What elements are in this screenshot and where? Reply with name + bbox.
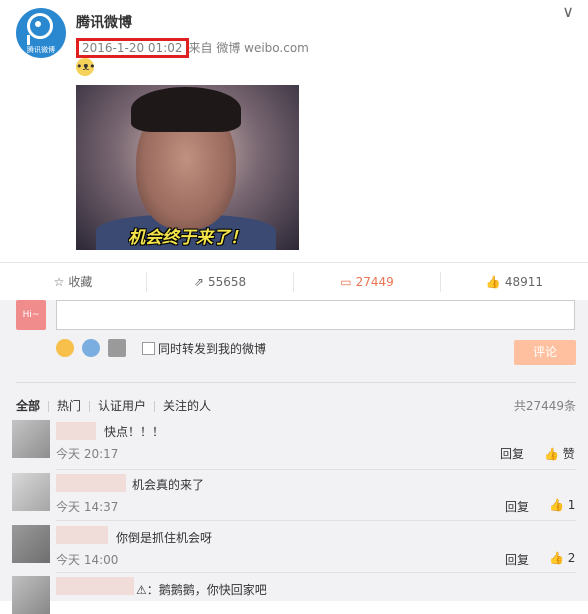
avatar[interactable] <box>12 576 50 614</box>
blurred-username[interactable] <box>56 526 108 544</box>
list-item: 机会真的来了 今天 14:37 回复 👍 1 <box>0 473 588 521</box>
logo-tail <box>27 35 30 45</box>
gif-icon[interactable] <box>82 339 100 357</box>
thumbs-up-icon: 👍 <box>485 275 501 289</box>
post-source[interactable]: 来自 微博 weibo.com <box>189 41 309 55</box>
repost-checkbox[interactable] <box>142 342 155 355</box>
comment-like-count: 1 <box>567 498 576 512</box>
comment-like-label: 赞 <box>562 447 575 461</box>
divider <box>154 401 156 412</box>
divider <box>48 401 50 412</box>
blurred-username[interactable] <box>56 577 134 595</box>
comment-count: 27449 <box>355 275 394 289</box>
smiley-icon[interactable] <box>56 339 74 357</box>
tab-following[interactable]: 关注的人 <box>163 397 211 414</box>
logo-dot <box>35 21 41 27</box>
comment-like-button[interactable]: 👍 1 <box>549 498 575 512</box>
chevron-down-icon[interactable]: ∨ <box>562 2 574 21</box>
thumbs-up-icon: 👍 <box>544 447 559 461</box>
reply-button[interactable]: 回复 <box>500 445 524 462</box>
comment-text: 你倒是抓住机会呀 <box>116 531 213 545</box>
repost-button[interactable]: ⇗ 55658 <box>147 263 293 301</box>
repost-icon: ⇗ <box>193 275 204 289</box>
list-item: ⚠：鹅鹅鹅，你快回家吧 <box>0 576 588 614</box>
comment-time: 今天 14:37 <box>56 500 119 514</box>
author-avatar[interactable]: 腾讯微博 <box>16 8 66 58</box>
tab-verified[interactable]: 认证用户 <box>98 397 146 414</box>
favorite-label: 收藏 <box>68 275 93 289</box>
divider <box>56 572 576 573</box>
comment-like-count: 2 <box>567 551 576 565</box>
comment-text: 快点！！！ <box>104 425 165 439</box>
doge-emoji-icon: •ᴥ• <box>76 58 96 76</box>
divider <box>56 469 576 470</box>
favorite-button[interactable]: ☆ 收藏 <box>0 263 146 301</box>
reply-button[interactable]: 回复 <box>505 551 529 568</box>
avatar[interactable] <box>12 525 50 563</box>
blurred-username[interactable] <box>56 422 96 440</box>
action-bar: ☆ 收藏 ⇗ 55658 ▭ 27449 👍 48911 <box>0 262 588 301</box>
post-image[interactable]: 机会终于来了！ <box>76 85 299 250</box>
image-upload-icon[interactable] <box>108 339 126 357</box>
avatar[interactable] <box>12 420 50 458</box>
comment-input[interactable] <box>56 300 575 330</box>
comment-time: 今天 14:00 <box>56 553 119 567</box>
submit-comment-button[interactable]: 评论 <box>514 340 576 365</box>
like-button[interactable]: 👍 48911 <box>441 263 588 301</box>
avatar-caption: 腾讯微博 <box>27 46 55 54</box>
comment-like-button[interactable]: 👍 赞 <box>544 445 575 462</box>
comment-icon: ▭ <box>340 275 352 289</box>
avatar[interactable] <box>12 473 50 511</box>
blurred-username[interactable] <box>56 474 126 492</box>
repost-count: 55658 <box>207 275 247 289</box>
list-item: 你倒是抓住机会呀 今天 14:00 回复 👍 2 <box>0 525 588 573</box>
comment-like-button[interactable]: 👍 2 <box>549 551 575 565</box>
image-caption: 机会终于来了！ <box>128 228 247 248</box>
reply-button[interactable]: 回复 <box>505 498 529 515</box>
comment-text-content: ：鹅鹅鹅，你快回家吧 <box>146 583 267 597</box>
image-hair <box>131 87 241 132</box>
post-meta: 2016-1-20 01:02 来自 微博 weibo.com <box>76 38 309 58</box>
comment-tools <box>56 339 134 359</box>
tab-hot[interactable]: 热门 <box>57 397 81 414</box>
divider <box>89 401 91 412</box>
tab-all[interactable]: 全部 <box>16 397 40 414</box>
like-count: 48911 <box>504 275 544 289</box>
post-time[interactable]: 2016-1-20 01:02 <box>76 38 189 58</box>
comment-button[interactable]: ▭ 27449 <box>294 263 440 301</box>
thumbs-up-icon: 👍 <box>549 551 564 565</box>
comment-text: ⚠：鹅鹅鹅，你快回家吧 <box>136 581 267 598</box>
list-item: 快点！！！ 今天 20:17 回复 👍 赞 <box>0 420 588 470</box>
author-name[interactable]: 腾讯微博 <box>76 12 132 32</box>
divider <box>56 520 576 521</box>
warning-emoji-icon: ⚠ <box>136 583 147 597</box>
thumbs-up-icon: 👍 <box>549 498 564 512</box>
repost-checkbox-label: 同时转发到我的微博 <box>158 342 267 356</box>
comment-total: 共27449条 <box>513 399 576 413</box>
comment-text: 机会真的来了 <box>132 478 205 492</box>
star-icon: ☆ <box>53 275 65 289</box>
comment-time: 今天 20:17 <box>56 447 119 461</box>
comment-filter-tabs: 全部 热门 认证用户 关注的人 <box>16 397 211 414</box>
my-avatar[interactable]: Hi~ <box>16 300 46 330</box>
divider <box>16 382 576 383</box>
